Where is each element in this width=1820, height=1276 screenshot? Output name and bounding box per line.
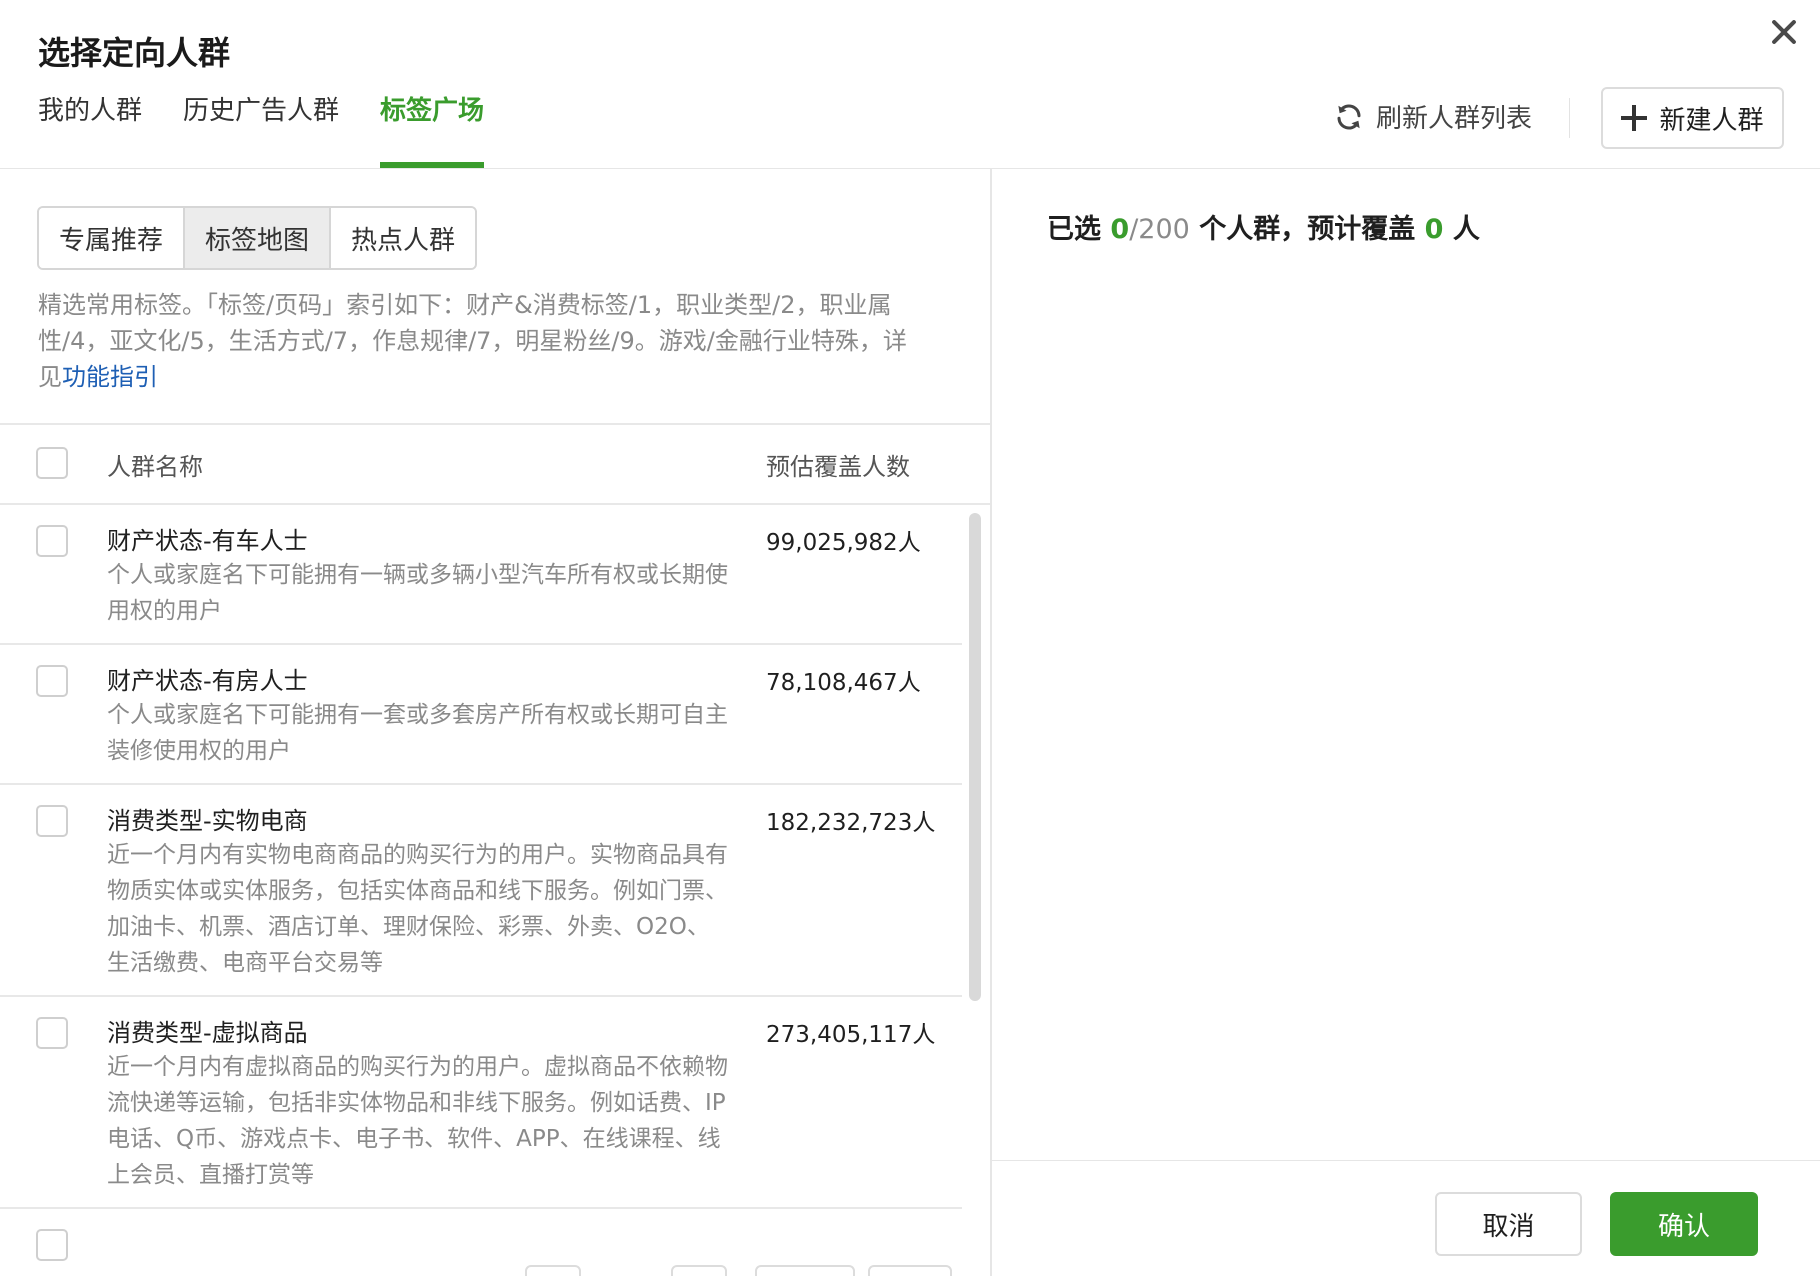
row-checkbox[interactable] [36,1017,68,1049]
plus-icon [1621,105,1648,131]
refresh-audience-list-button[interactable]: 刷新人群列表 [1334,98,1532,135]
tab-tag-plaza[interactable]: 标签广场 [380,90,485,168]
row-checkbox[interactable] [36,805,68,837]
selected-count: 0 [1110,214,1130,245]
list-scrollbar[interactable] [969,513,981,1001]
audience-tabs: 我的人群 历史广告人群 标签广场 [38,90,525,170]
summary-prefix: 已选 [1047,214,1101,245]
new-audience-button[interactable]: 新建人群 [1601,87,1784,149]
selection-limit: /200 [1129,214,1190,245]
table-row: 消费类型-实物电商 近一个月内有实物电商商品的购买行为的用户。实物商品具有物质实… [0,785,962,997]
tab-my-audiences[interactable]: 我的人群 [38,90,142,168]
row-description: 近一个月内有实物电商商品的购买行为的用户。实物商品具有物质实体或实体服务，包括实… [107,842,728,976]
row-count: 99,025,982人 [766,530,921,556]
cancel-button[interactable]: 取消 [1435,1192,1582,1256]
refresh-icon [1337,103,1361,130]
row-name: 财产状态-有房人士 [107,667,308,695]
tag-index-description: 精选常用标签。「标签/页码」索引如下：财产&消费标签/1，职业类型/2，职业属性… [38,287,918,395]
segment-exclusive-recommend[interactable]: 专属推荐 [39,208,184,268]
pagination-page[interactable] [671,1265,727,1276]
table-row: 财产状态-有房人士 个人或家庭名下可能拥有一套或多套房产所有权或长期可自主装修使… [0,645,962,785]
pagination-jump[interactable] [868,1265,952,1276]
row-count: 273,405,117人 [766,1022,936,1048]
segment-control: 专属推荐 标签地图 热点人群 [37,206,478,270]
dialog-title: 选择定向人群 [38,34,231,72]
new-audience-label: 新建人群 [1659,105,1764,136]
row-description: 个人或家庭名下可能拥有一辆或多辆小型汽车所有权或长期使用权的用户 [107,562,728,624]
row-checkbox[interactable] [36,1229,68,1261]
row-description: 近一个月内有虚拟商品的购买行为的用户。虚拟商品不依赖物流快递等运输，包括非实体物… [107,1054,728,1188]
refresh-label: 刷新人群列表 [1376,104,1533,134]
row-name: 消费类型-虚拟商品 [107,1019,308,1047]
footer-divider [992,1160,1820,1161]
table-row: 消费类型-虚拟商品 近一个月内有虚拟商品的购买行为的用户。虚拟商品不依赖物流快递… [0,997,962,1209]
row-checkbox[interactable] [36,665,68,697]
summary-suffix: 人 [1452,214,1480,245]
row-count: 182,232,723人 [766,810,936,836]
row-checkbox[interactable] [36,525,68,557]
confirm-button[interactable]: 确认 [1610,1192,1758,1256]
segment-tag-map[interactable]: 标签地图 [183,208,330,268]
row-name: 消费类型-实物电商 [107,807,308,835]
column-header-count: 预估覆盖人数 [766,453,910,481]
selection-summary: 已选 0/200 个人群，预计覆盖 0 人 [1047,207,1480,246]
row-name: 财产状态-有车人士 [107,527,308,555]
feature-guide-link[interactable]: 功能指引 [62,363,158,391]
description-text: 精选常用标签。「标签/页码」索引如下：财产&消费标签/1，职业类型/2，职业属性… [38,291,907,391]
panel-divider [990,169,992,1276]
summary-middle: 个人群，预计覆盖 [1199,214,1416,245]
table-row: 财产状态-有车人士 个人或家庭名下可能拥有一辆或多辆小型汽车所有权或长期使用权的… [0,505,962,645]
close-icon[interactable] [1763,12,1803,52]
tag-list-panel: 专属推荐 标签地图 热点人群 精选常用标签。「标签/页码」索引如下：财产&消费标… [0,169,990,1276]
pagination-size[interactable] [755,1265,855,1276]
column-header-name: 人群名称 [107,453,203,481]
table-header: 人群名称 预估覆盖人数 [0,425,990,503]
target-audience-dialog: 选择定向人群 我的人群 历史广告人群 标签广场 刷新人群列表 新建人群 专属推荐… [0,0,1820,1276]
pagination-prev[interactable] [525,1265,581,1276]
select-all-checkbox[interactable] [36,447,68,479]
tab-history-ad-audiences[interactable]: 历史广告人群 [183,90,339,168]
row-description: 个人或家庭名下可能拥有一套或多套房产所有权或长期可自主装修使用权的用户 [107,702,728,764]
coverage-count: 0 [1424,214,1444,245]
row-count: 78,108,467人 [766,670,921,696]
table-body: 财产状态-有车人士 个人或家庭名下可能拥有一辆或多辆小型汽车所有权或长期使用权的… [0,505,962,1276]
header-divider [1569,98,1570,138]
segment-hot-audiences[interactable]: 热点人群 [329,208,476,268]
